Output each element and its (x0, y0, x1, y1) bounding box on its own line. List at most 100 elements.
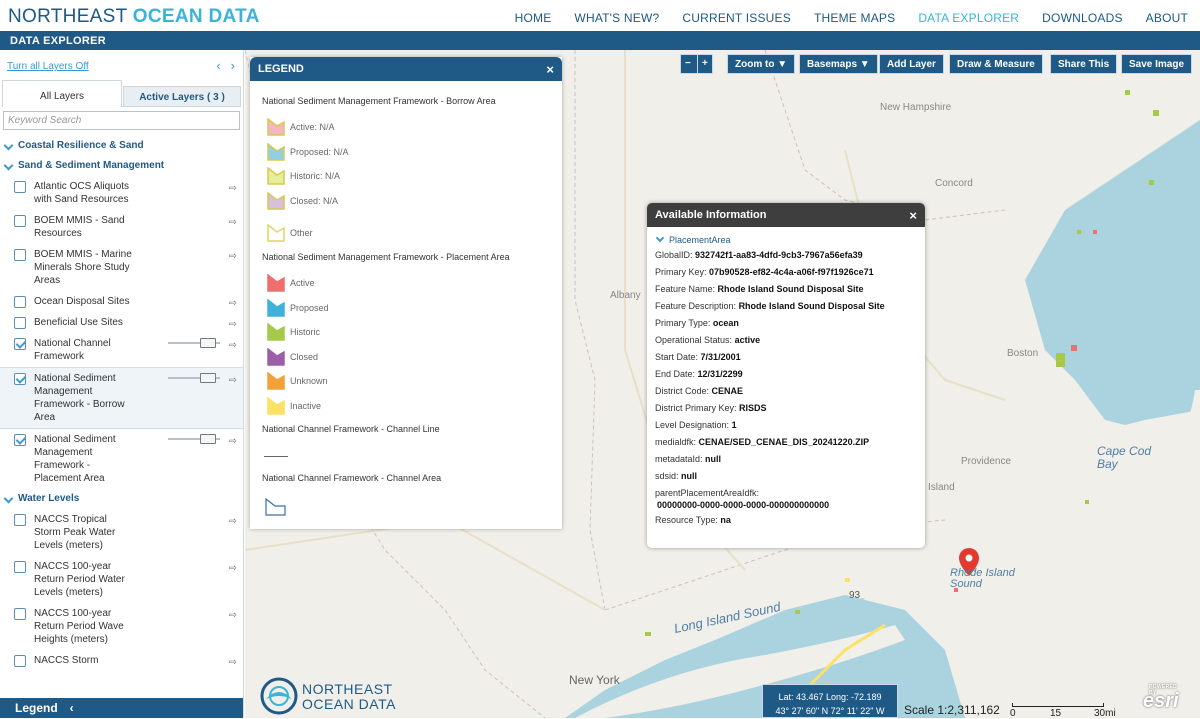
section-header[interactable]: Coastal Resilience & Sand (0, 136, 243, 156)
layer-checkbox[interactable] (14, 373, 26, 385)
zoom-to-layer-icon[interactable]: ⇨ (229, 515, 237, 528)
zoom-to-layer-icon[interactable]: ⇨ (229, 562, 237, 575)
keyword-search-input[interactable]: Keyword Search (3, 111, 240, 130)
info-subtitle[interactable]: PlacementArea (647, 227, 925, 247)
layer-checkbox[interactable] (14, 434, 26, 446)
layer-label: NACCS Storm (34, 655, 99, 666)
layer-item[interactable]: Atlantic OCS Aliquots with Sand Resource… (0, 176, 243, 210)
info-key: Operational Status: (655, 335, 733, 345)
zoom-to-layer-icon[interactable]: ⇨ (229, 374, 237, 387)
opacity-slider[interactable] (168, 434, 220, 444)
zoom-to-layer-icon[interactable]: ⇨ (229, 339, 237, 352)
layer-item[interactable]: BOEM MMIS - Sand Resources ⇨ (0, 210, 243, 244)
info-row: Feature Description: Rhode Island Sound … (647, 298, 925, 315)
nav-downloads[interactable]: DOWNLOADS (1042, 11, 1122, 25)
scale-text: Scale 1:2,311,162 (904, 703, 1000, 717)
legend-item-label: Closed: N/A (290, 195, 339, 206)
layer-item[interactable]: National Sediment Management Framework -… (0, 429, 243, 489)
layer-item[interactable]: Ocean Disposal Sites ⇨ (0, 291, 243, 312)
zoom-to-layer-icon[interactable]: ⇨ (229, 435, 237, 448)
layer-item[interactable]: NACCS Storm ⇨ (0, 650, 243, 671)
info-row: Operational Status: active (647, 332, 925, 349)
map-label-concord: Concord (935, 178, 973, 189)
info-value: RISDS (739, 403, 767, 413)
turn-all-layers-off-link[interactable]: Turn all Layers Off (7, 61, 89, 72)
nav-home[interactable]: HOME (515, 11, 552, 25)
info-key: GlobalID: (655, 250, 693, 260)
chevron-left-icon[interactable]: ‹ (216, 58, 220, 73)
layer-checkbox[interactable] (14, 514, 26, 526)
opacity-slider[interactable] (168, 338, 220, 348)
chevron-right-icon[interactable]: › (231, 58, 235, 73)
close-icon[interactable]: × (909, 208, 917, 223)
zoom-to-layer-icon[interactable]: ⇨ (229, 182, 237, 195)
info-row: Resource Type: na (647, 512, 925, 529)
section-header[interactable]: Water Levels (0, 489, 243, 509)
layer-item[interactable]: NACCS 100-year Return Period Water Level… (0, 556, 243, 603)
info-value: 00000000-0000-0000-0000-000000000000 (657, 500, 830, 510)
zoom-in-button[interactable]: + (697, 54, 713, 74)
tab-active-layers[interactable]: Active Layers ( 3 ) (123, 86, 241, 107)
info-title: Available Information (655, 209, 767, 221)
basemaps-dropdown[interactable]: Basemaps ▼ (799, 54, 878, 74)
legend-swatch (267, 191, 285, 210)
share-button[interactable]: Share This (1050, 54, 1118, 74)
draw-measure-button[interactable]: Draw & Measure (949, 54, 1043, 74)
layer-item[interactable]: BOEM MMIS - Marine Minerals Shore Study … (0, 244, 243, 291)
layer-checkbox[interactable] (14, 317, 26, 329)
layer-item[interactable]: NACCS 100-year Return Period Wave Height… (0, 603, 243, 650)
info-row: medialdfk: CENAE/SED_CENAE_DIS_20241220.… (647, 434, 925, 451)
info-value: null (705, 454, 722, 464)
legend-group-title: National Sediment Management Framework -… (262, 96, 496, 106)
info-row: Primary Key: 07b90528-ef82-4c4a-a06f-f97… (647, 264, 925, 281)
layer-label: Beneficial Use Sites (34, 317, 123, 328)
tab-all-layers[interactable]: All Layers (2, 80, 122, 107)
zoom-to-dropdown[interactable]: Zoom to ▼ (727, 54, 796, 74)
info-row: sdsid: null (647, 468, 925, 485)
info-row: Feature Name: Rhode Island Sound Disposa… (647, 281, 925, 298)
layer-checkbox[interactable] (14, 338, 26, 350)
layer-item[interactable]: NACCS Tropical Storm Peak Water Levels (… (0, 509, 243, 556)
legend-swatch (267, 372, 285, 390)
legend-area-swatch (265, 498, 286, 516)
zoom-to-layer-icon[interactable]: ⇨ (229, 656, 237, 669)
layer-checkbox[interactable] (14, 296, 26, 308)
opacity-slider[interactable] (168, 373, 220, 383)
brand-logo[interactable]: NORTHEAST OCEAN DATA (8, 6, 260, 28)
sidebar-top: Turn all Layers Off ‹ › (0, 50, 243, 80)
zoom-to-layer-icon[interactable]: ⇨ (229, 318, 237, 331)
add-layer-button[interactable]: Add Layer (879, 54, 944, 74)
layer-label: National Sediment Management Framework -… (34, 373, 125, 423)
top-bar: NORTHEAST OCEAN DATA HOME WHAT'S NEW? CU… (0, 0, 1200, 31)
zoom-out-button[interactable]: − (680, 54, 698, 74)
info-rows: GlobalID: 932742f1-aa83-4dfd-9cb3-7967a5… (647, 247, 925, 529)
info-row: GlobalID: 932742f1-aa83-4dfd-9cb3-7967a5… (647, 247, 925, 264)
layer-checkbox[interactable] (14, 608, 26, 620)
layer-label: Atlantic OCS Aliquots with Sand Resource… (34, 181, 130, 205)
zoom-to-layer-icon[interactable]: ⇨ (229, 216, 237, 229)
zoom-to-layer-icon[interactable]: ⇨ (229, 250, 237, 263)
save-image-button[interactable]: Save Image (1121, 54, 1193, 74)
layer-checkbox[interactable] (14, 215, 26, 227)
layer-label: NACCS 100-year Return Period Wave Height… (34, 608, 124, 645)
info-key: District Code: (655, 386, 710, 396)
layer-checkbox[interactable] (14, 249, 26, 261)
nav-current-issues[interactable]: CURRENT ISSUES (682, 11, 791, 25)
layer-item[interactable]: National Channel Framework ⇨ (0, 333, 243, 367)
layer-item[interactable]: Beneficial Use Sites ⇨ (0, 312, 243, 333)
nav-about[interactable]: ABOUT (1146, 11, 1188, 25)
close-icon[interactable]: × (546, 62, 554, 77)
zoom-to-layer-icon[interactable]: ⇨ (229, 297, 237, 310)
nav-theme-maps[interactable]: THEME MAPS (814, 11, 895, 25)
zoom-to-layer-icon[interactable]: ⇨ (229, 609, 237, 622)
layer-checkbox[interactable] (14, 655, 26, 667)
map-label-new-york: New York (569, 673, 620, 687)
legend-toggle[interactable]: Legend ‹ (0, 698, 243, 718)
nav-whats-new[interactable]: WHAT'S NEW? (574, 11, 659, 25)
layer-item[interactable]: National Sediment Management Framework -… (0, 367, 243, 429)
section-header[interactable]: Sand & Sediment Management (0, 156, 243, 176)
layer-checkbox[interactable] (14, 181, 26, 193)
nav-data-explorer[interactable]: DATA EXPLORER (918, 11, 1019, 25)
layer-checkbox[interactable] (14, 561, 26, 573)
legend-panel: LEGEND × National Sediment Management Fr… (250, 57, 562, 529)
